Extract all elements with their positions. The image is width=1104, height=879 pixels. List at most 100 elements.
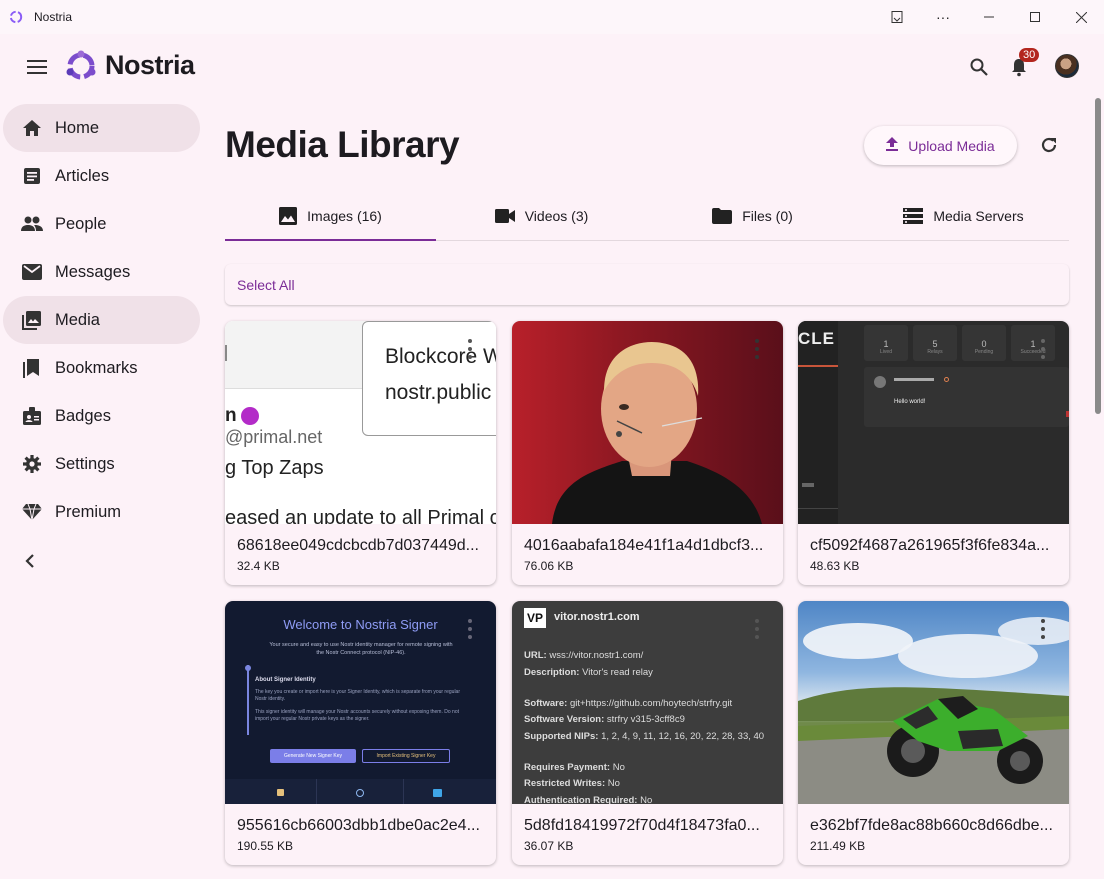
media-thumbnail[interactable]: CLE 1 5 0 1 Lived Relays Pending Succeed… [798, 321, 1069, 524]
thumb-text: Relays [927, 349, 943, 355]
folder-icon [712, 208, 733, 224]
field-value: No [612, 762, 625, 773]
media-thumbnail[interactable] [512, 321, 783, 524]
cast-icon[interactable] [874, 0, 920, 34]
select-all-button[interactable]: Select All [237, 277, 295, 293]
field-key: Software: [524, 698, 568, 709]
thumb-text: eased an update to all Primal c [225, 507, 496, 524]
media-card[interactable]: CLE 1 5 0 1 Lived Relays Pending Succeed… [798, 321, 1069, 585]
upload-media-button[interactable]: Upload Media [864, 126, 1017, 165]
page-title: Media Library [225, 124, 460, 165]
window-titlebar: Nostria ··· [0, 0, 1104, 34]
media-card[interactable]: VP vitor.nostr1.com URL: wss://vitor.nos… [512, 601, 783, 865]
mail-icon [21, 261, 43, 283]
field-value: 1, 2, 4, 9, 11, 12, 16, 20, 22, 28, 33, … [601, 731, 765, 742]
maximize-button[interactable] [1012, 0, 1058, 34]
thumb-text: The key you create or import here is you… [255, 689, 460, 702]
media-thumbnail[interactable]: Blockcore W nostr.public n @primal.net g… [225, 321, 496, 524]
photo-library-icon [21, 309, 43, 331]
sidebar: Home Articles People Messages Media Book… [0, 104, 210, 568]
thumb-text: @primal.net [225, 427, 323, 447]
tab-images[interactable]: Images (16) [225, 192, 436, 241]
tab-files[interactable]: Files (0) [647, 192, 858, 240]
media-card[interactable]: Blockcore W nostr.public n @primal.net g… [225, 321, 496, 585]
notification-badge: 30 [1019, 48, 1040, 62]
sidebar-item-label: Premium [55, 502, 122, 521]
sidebar-item-label: Badges [55, 406, 111, 425]
media-card[interactable]: 4016aabafa184e41f1a4d1dbcf3... 76.06 KB [512, 321, 783, 585]
media-name: cf5092f4687a261965f3f6fe834a... [810, 537, 1050, 554]
more-vertical-icon[interactable] [466, 619, 474, 639]
media-thumbnail[interactable] [798, 601, 1069, 804]
sidebar-item-articles[interactable]: Articles [3, 152, 200, 200]
thumb-text: vitor.nostr1.com [554, 611, 640, 623]
media-size: 36.07 KB [524, 839, 574, 853]
refresh-icon[interactable] [1036, 132, 1062, 158]
more-vertical-icon[interactable] [753, 619, 761, 639]
chevron-left-icon[interactable] [19, 550, 41, 572]
diamond-icon [21, 501, 43, 523]
thumb-text: Hello world! [894, 399, 926, 405]
field-key: Software Version: [524, 714, 605, 725]
avatar[interactable] [1055, 54, 1079, 78]
people-icon [21, 213, 43, 235]
thumb-text: 0 [962, 325, 1006, 361]
storage-icon [903, 208, 924, 224]
media-thumbnail[interactable]: Welcome to Nostria Signer Your secure an… [225, 601, 496, 804]
tab-media-servers[interactable]: Media Servers [858, 192, 1069, 240]
media-size: 76.06 KB [524, 559, 574, 573]
thumb-text: n [225, 405, 237, 426]
media-card[interactable]: Welcome to Nostria Signer Your secure an… [225, 601, 496, 865]
sidebar-item-home[interactable]: Home [3, 104, 200, 152]
more-vertical-icon[interactable] [753, 339, 761, 359]
media-size: 48.63 KB [810, 559, 860, 573]
hamburger-menu-icon[interactable] [22, 52, 52, 82]
thumb-text: g Top Zaps [225, 457, 324, 479]
field-key: Supported NIPs: [524, 731, 599, 742]
sidebar-item-badges[interactable]: Badges [3, 392, 200, 440]
thumb-text: 1 [1011, 325, 1055, 361]
scrollbar[interactable] [1095, 98, 1101, 414]
media-tabs: Images (16) Videos (3) Files (0) Media S… [225, 192, 1069, 241]
field-key: Restricted Writes: [524, 778, 606, 789]
media-thumbnail[interactable]: VP vitor.nostr1.com URL: wss://vitor.nos… [512, 601, 783, 804]
media-card[interactable]: e362bf7fde8ac88b660c8d66dbe... 211.49 KB [798, 601, 1069, 865]
field-value: No [607, 778, 620, 789]
field-value: Vitor's read relay [582, 667, 653, 678]
sidebar-item-label: Bookmarks [55, 358, 138, 377]
more-vertical-icon[interactable] [466, 339, 474, 359]
thumb-text: This signer identity will manage your No… [255, 709, 459, 722]
thumb-text: Pending [974, 349, 994, 355]
more-vertical-icon[interactable] [1039, 619, 1047, 639]
sidebar-item-settings[interactable]: Settings [3, 440, 200, 488]
field-key: Description: [524, 667, 580, 678]
field-value: No [640, 795, 653, 804]
sidebar-item-label: Messages [55, 262, 131, 281]
tab-videos[interactable]: Videos (3) [436, 192, 647, 240]
thumb-text: Welcome to Nostria Signer [283, 617, 438, 632]
sidebar-item-premium[interactable]: Premium [3, 488, 200, 536]
media-name: 68618ee049cdcbcdb7d037449d... [237, 537, 479, 554]
tab-label: Videos (3) [524, 208, 589, 224]
media-name: 4016aabafa184e41f1a4d1dbcf3... [524, 537, 764, 554]
sidebar-item-messages[interactable]: Messages [3, 248, 200, 296]
brand-name: Nostria [105, 50, 195, 80]
tab-label: Images (16) [307, 208, 382, 224]
sidebar-item-people[interactable]: People [3, 200, 200, 248]
sidebar-item-bookmarks[interactable]: Bookmarks [3, 344, 200, 392]
thumb-text: About Signer Identity [255, 677, 316, 683]
minimize-button[interactable] [966, 0, 1012, 34]
thumb-text: Succeeded [1020, 349, 1046, 355]
more-vertical-icon[interactable] [1039, 339, 1047, 359]
more-horizontal-icon[interactable]: ··· [920, 0, 966, 34]
thumb-text: Your secure and easy to use Nostr identi… [269, 642, 453, 656]
sidebar-item-label: Media [55, 310, 100, 329]
thumb-text: 5 [913, 325, 957, 361]
selection-toolbar: Select All [225, 264, 1069, 305]
search-icon[interactable] [964, 52, 994, 82]
verified-icon [241, 407, 259, 425]
close-button[interactable] [1058, 0, 1104, 34]
field-key: URL: [524, 650, 547, 661]
field-value: git+https://github.com/hoytech/strfry.gi… [569, 698, 733, 709]
sidebar-item-media[interactable]: Media [3, 296, 200, 344]
